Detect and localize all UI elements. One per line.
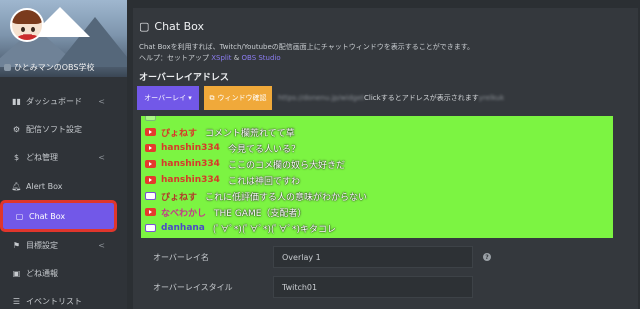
dollar-icon: $ [13, 152, 20, 162]
sidebar-item-streaming-software[interactable]: ⚙ 配信ソフト設定 [0, 115, 127, 143]
help-line: ヘルプ：セットアップ XSplit & OBS Studio [139, 54, 281, 62]
overlay-url-hint: Clickするとアドレスが表示されます [364, 94, 479, 102]
youtube-icon [145, 128, 156, 136]
chat-message: danhana (ﾟ∀ﾟ*)(ﾟ∀ﾟ*)(ﾟ∀ﾟ*)キタコレ [145, 221, 336, 235]
sidebar: ひとみマンのOBS学校 ▮▮ ダッシュボード < ⚙ 配信ソフト設定 $ どね管… [0, 0, 127, 309]
chat-preview: ぴょねす コメント欄荒れてて草 hanshin334 今見てる人いる？ hans… [141, 116, 613, 238]
chevron-left-icon: < [98, 96, 105, 106]
profile-banner[interactable]: ひとみマンのOBS学校 [0, 0, 127, 77]
overlay-url-field[interactable]: https://donenu.jp/widget Clickするとアドレスが表示… [278, 86, 504, 110]
overlay-url-blurred: https://donenu.jp/widget [278, 94, 365, 102]
chat-icon: ▢ [139, 20, 150, 33]
flag-icon: ⚑ [12, 240, 21, 250]
chat-message: なべわかし THE GAME（支配者） [145, 205, 306, 219]
external-window-icon: ⧉ [209, 93, 215, 102]
chat-icon: ▢ [15, 211, 24, 221]
sidebar-item-dashboard[interactable]: ▮▮ ダッシュボード < [0, 87, 127, 115]
overlay-style-select[interactable]: Twitch01 [273, 276, 473, 298]
obs-studio-link[interactable]: OBS Studio [242, 54, 281, 62]
overlay-name-input[interactable]: Overlay 1 [273, 246, 473, 268]
sidebar-item-alert-box[interactable]: 🔔︎ Alert Box [0, 172, 127, 200]
bell-icon: 🔔︎ [11, 181, 22, 191]
image-icon: ▣ [12, 268, 21, 278]
overlay-dropdown-button[interactable]: オーバーレイ ▾ [137, 86, 199, 110]
overlay-name-row: オーバーレイ名 Overlay 1 ? [133, 246, 491, 268]
chat-message: ぴょねす コメント欄荒れてて草 [145, 125, 295, 139]
gear-icon: ⚙ [12, 124, 21, 134]
chat-message: hanshin334 今見てる人いる？ [145, 141, 300, 155]
overlay-style-label: オーバーレイスタイル [153, 282, 233, 292]
twitch-icon [145, 192, 156, 200]
page-description: Chat Boxを利用すれば、Twitch/Youtubeの配信画面上にチャット… [139, 43, 474, 51]
chat-message-faded [145, 116, 164, 124]
overlay-name-label: オーバーレイ名 [153, 252, 209, 262]
avatar [10, 8, 44, 42]
sidebar-item-event-list[interactable]: ☰ イベントリスト [0, 287, 127, 309]
youtube-icon [145, 208, 156, 216]
sidebar-item-donation-report[interactable]: ▣ どね通報 [0, 259, 127, 287]
profile-name: ひとみマンのOBS学校 [4, 62, 94, 73]
bar-chart-icon: ▮▮ [12, 96, 21, 106]
chevron-left-icon: < [98, 152, 105, 162]
chat-box-panel: ▢ Chat Box Chat Boxを利用すれば、Twitch/Youtube… [133, 8, 638, 309]
overlay-address-heading: オーバーレイアドレス [139, 73, 229, 83]
twitch-icon [145, 116, 156, 121]
youtube-icon [145, 176, 156, 184]
overlay-url-blurred-tail: yrelkuk [478, 94, 505, 102]
channel-icon [4, 64, 11, 71]
window-check-button[interactable]: ⧉ ウィンドウ確認 [204, 86, 272, 110]
twitch-icon [145, 224, 156, 232]
youtube-icon [145, 160, 156, 168]
list-icon: ☰ [12, 296, 21, 306]
chevron-left-icon: < [98, 240, 105, 250]
sidebar-item-donation-management[interactable]: $ どね管理 < [0, 143, 127, 171]
chat-message: hanshin334 これは神回ですわ [145, 173, 300, 187]
main-content: ▢ Chat Box Chat Boxを利用すれば、Twitch/Youtube… [127, 0, 640, 309]
sidebar-item-chat-box[interactable]: ▢ Chat Box [0, 200, 117, 232]
xsplit-link[interactable]: XSplit [211, 54, 231, 62]
chat-message: hanshin334 ここのコメ欄の奴ら大好きだ [145, 157, 345, 171]
sidebar-item-goal-settings[interactable]: ⚑ 目標設定 < [0, 231, 127, 259]
chat-message: ぴょねす これに低評価する人の意味がわからない [145, 189, 367, 203]
youtube-icon [145, 144, 156, 152]
help-icon[interactable]: ? [483, 253, 491, 261]
page-title: ▢ Chat Box [139, 20, 205, 33]
overlay-style-row: オーバーレイスタイル Twitch01 [133, 276, 473, 298]
